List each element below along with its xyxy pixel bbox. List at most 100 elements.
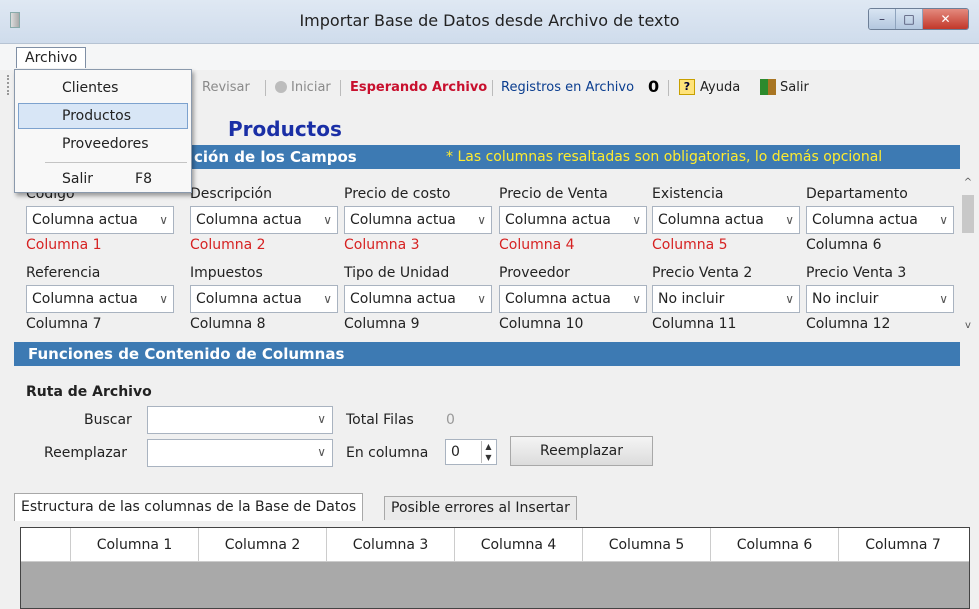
field-label: Proveedor xyxy=(499,265,570,281)
grid-header: Columna 1 Columna 2 Columna 3 Columna 4 … xyxy=(21,528,969,562)
menu-item-salir[interactable]: Salir F8 xyxy=(18,166,188,192)
iniciar-icon xyxy=(275,81,287,93)
toolbar-separator xyxy=(668,80,669,96)
column-select[interactable]: Columna actua ∨ xyxy=(499,285,647,313)
en-columna-value: 0 xyxy=(451,444,460,460)
column-select[interactable]: Columna actua ∨ xyxy=(190,285,338,313)
scroll-thumb[interactable] xyxy=(962,195,974,233)
chevron-down-icon: ∨ xyxy=(785,292,794,306)
scroll-down-icon[interactable]: v xyxy=(960,320,976,331)
field-group: Proveedor Columna actua ∨ Columna 10 xyxy=(499,265,647,332)
salir-button[interactable]: Salir xyxy=(780,80,809,95)
select-value: No incluir xyxy=(658,291,725,307)
help-icon[interactable]: ? xyxy=(679,79,695,95)
field-label: Tipo de Unidad xyxy=(344,265,450,281)
page-title: Productos xyxy=(228,117,342,141)
field-label: Precio Venta 2 xyxy=(652,265,753,281)
toolbar-separator xyxy=(340,80,341,96)
ayuda-button[interactable]: Ayuda xyxy=(700,80,740,95)
iniciar-button[interactable]: Iniciar xyxy=(291,80,331,95)
ruta-title: Ruta de Archivo xyxy=(26,384,152,400)
toolbar-grip[interactable] xyxy=(7,75,11,95)
field-label: Existencia xyxy=(652,186,724,202)
grid-column-header[interactable]: Columna 2 xyxy=(199,528,327,561)
field-group: Precio Venta 3 No incluir ∨ Columna 12 xyxy=(806,265,954,332)
chevron-down-icon: ∨ xyxy=(159,292,168,306)
reemplazar-label: Reemplazar xyxy=(44,445,128,461)
select-value: Columna actua xyxy=(812,212,918,228)
column-select[interactable]: No incluir ∨ xyxy=(806,285,954,313)
buscar-combo[interactable]: ∨ xyxy=(147,406,333,434)
field-label: Impuestos xyxy=(190,265,263,281)
grid-column-header[interactable]: Columna 5 xyxy=(583,528,711,561)
chevron-down-icon: ∨ xyxy=(323,213,332,227)
column-select[interactable]: No incluir ∨ xyxy=(652,285,800,313)
data-grid[interactable]: Columna 1 Columna 2 Columna 3 Columna 4 … xyxy=(20,527,970,609)
column-select[interactable]: Columna actua ∨ xyxy=(190,206,338,234)
menu-archivo[interactable]: Archivo xyxy=(16,47,87,68)
chevron-down-icon: ∨ xyxy=(317,445,326,459)
menu-item-label: Salir xyxy=(62,171,94,187)
fields-scrollbar[interactable]: ^ v xyxy=(960,175,976,335)
field-group: Código Columna actua ∨ Columna 1 xyxy=(26,186,174,253)
minimize-button[interactable]: – xyxy=(869,9,896,29)
column-select[interactable]: Columna actua ∨ xyxy=(344,285,492,313)
scroll-up-icon[interactable]: ^ xyxy=(960,177,976,188)
chevron-down-icon: ∨ xyxy=(477,213,486,227)
column-select[interactable]: Columna actua ∨ xyxy=(26,206,174,234)
maximize-button[interactable]: □ xyxy=(896,9,923,29)
grid-column-header[interactable]: Columna 1 xyxy=(71,528,199,561)
select-value: Columna actua xyxy=(196,291,302,307)
revisar-button[interactable]: Revisar xyxy=(202,80,250,95)
required-note: * Las columnas resaltadas son obligatori… xyxy=(446,149,883,165)
window-title: Importar Base de Datos desde Archivo de … xyxy=(299,11,680,30)
select-value: Columna actua xyxy=(196,212,302,228)
field-group: Tipo de Unidad Columna actua ∨ Columna 9 xyxy=(344,265,492,332)
field-label: Departamento xyxy=(806,186,908,202)
tab-estructura[interactable]: Estructura de las columnas de la Base de… xyxy=(14,493,364,521)
close-button[interactable]: ✕ xyxy=(923,9,968,29)
menu-item-productos[interactable]: Productos xyxy=(18,103,188,129)
registros-count: 0 xyxy=(648,77,660,96)
tab-errores[interactable]: Posible errores al Insertar xyxy=(384,496,577,520)
field-group: Referencia Columna actua ∨ Columna 7 xyxy=(26,265,174,332)
chevron-down-icon: ∨ xyxy=(939,213,948,227)
column-select[interactable]: Columna actua ∨ xyxy=(26,285,174,313)
chevron-down-icon: ∨ xyxy=(159,213,168,227)
column-mapping: Columna 2 xyxy=(190,237,266,253)
select-value: No incluir xyxy=(812,291,879,307)
select-value: Columna actua xyxy=(32,212,138,228)
reemplazar-combo[interactable]: ∨ xyxy=(147,439,333,467)
grid-column-header[interactable]: Columna 7 xyxy=(839,528,967,561)
field-group: Impuestos Columna actua ∨ Columna 8 xyxy=(190,265,338,332)
select-value: Columna actua xyxy=(32,291,138,307)
field-group: Precio Venta 2 No incluir ∨ Columna 11 xyxy=(652,265,800,332)
column-mapping: Columna 6 xyxy=(806,237,882,253)
column-mapping: Columna 7 xyxy=(26,316,102,332)
column-select[interactable]: Columna actua ∨ xyxy=(344,206,492,234)
en-columna-stepper[interactable]: 0 ▲ ▼ xyxy=(445,439,497,465)
field-label: Precio Venta 3 xyxy=(806,265,907,281)
grid-column-header[interactable]: Columna 3 xyxy=(327,528,455,561)
column-mapping: Columna 5 xyxy=(652,237,728,253)
chevron-down-icon: ∨ xyxy=(632,213,641,227)
menu-item-clientes[interactable]: Clientes xyxy=(18,75,188,101)
grid-column-header[interactable]: Columna 4 xyxy=(455,528,583,561)
spinner-arrows-icon[interactable]: ▲ ▼ xyxy=(481,441,495,463)
window-controls: – □ ✕ xyxy=(868,8,969,30)
section-campos-title: ción de los Campos xyxy=(194,148,357,166)
column-select[interactable]: Columna actua ∨ xyxy=(499,206,647,234)
column-select[interactable]: Columna actua ∨ xyxy=(806,206,954,234)
menu-item-label: Clientes xyxy=(62,80,119,96)
column-mapping: Columna 9 xyxy=(344,316,420,332)
exit-icon[interactable] xyxy=(760,79,776,95)
reemplazar-button[interactable]: Reemplazar xyxy=(510,436,653,466)
grid-column-header[interactable]: Columna 6 xyxy=(711,528,839,561)
column-mapping: Columna 3 xyxy=(344,237,420,253)
column-select[interactable]: Columna actua ∨ xyxy=(652,206,800,234)
field-group: Existencia Columna actua ∨ Columna 5 xyxy=(652,186,800,253)
select-value: Columna actua xyxy=(350,212,456,228)
chevron-down-icon: ∨ xyxy=(323,292,332,306)
menu-item-proveedores[interactable]: Proveedores xyxy=(18,131,188,157)
toolbar-separator xyxy=(492,80,493,96)
